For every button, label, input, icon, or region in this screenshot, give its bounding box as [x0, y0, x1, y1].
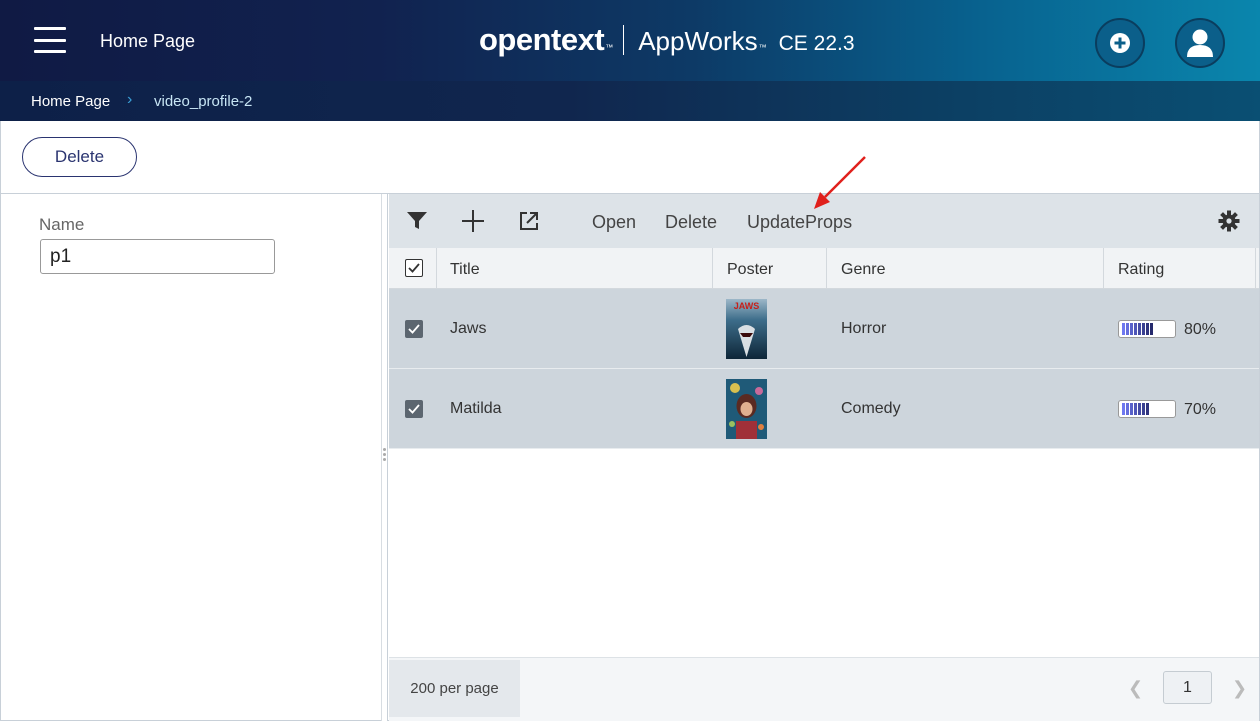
rating-segment [1158, 323, 1161, 335]
cell-genre: Comedy [841, 400, 901, 417]
rating-segment [1150, 403, 1153, 415]
open-external-icon[interactable] [517, 209, 541, 233]
plus-icon[interactable] [461, 209, 485, 233]
column-header-title[interactable]: Title [437, 248, 713, 289]
brand-logo: opentext ™ AppWorks ™ CE 22.3 [479, 22, 855, 57]
user-profile-button[interactable] [1175, 18, 1225, 68]
rating-segment [1142, 403, 1145, 415]
rating-bar [1118, 320, 1176, 338]
page-title: Home Page [100, 31, 196, 51]
breadcrumb-current[interactable]: video_profile-2 [154, 93, 252, 110]
poster-image-matilda [726, 379, 767, 439]
brand-divider [623, 25, 625, 55]
table-row[interactable]: Matilda Comedy 70% [389, 369, 1259, 449]
filter-icon[interactable] [405, 209, 429, 233]
grid-panel: Open Delete UpdateProps Title Poster Gen… [389, 194, 1259, 721]
opentext-logo: opentext [479, 22, 605, 57]
grid-footer: 200 per page ❮ 1 ❯ [389, 657, 1259, 721]
rating-segment [1130, 323, 1133, 335]
chevron-left-icon[interactable]: ❮ [1128, 678, 1143, 699]
cell-genre: Horror [841, 320, 887, 337]
gear-icon[interactable] [1217, 209, 1241, 233]
delete-button[interactable]: Delete [22, 137, 137, 177]
row-checkbox[interactable] [405, 400, 423, 418]
chevron-right-icon: › [127, 91, 133, 108]
rating-segment [1126, 323, 1129, 335]
svg-text:JAWS: JAWS [734, 301, 760, 311]
rating-value: 80% [1184, 321, 1217, 338]
name-label: Name [39, 215, 85, 234]
rating-segment [1122, 323, 1125, 335]
plus-circle-icon [1110, 33, 1130, 53]
drag-handle-icon[interactable] [383, 448, 387, 463]
update-props-button[interactable]: UpdateProps [747, 212, 852, 233]
page-number-input[interactable]: 1 [1163, 671, 1212, 704]
details-panel: Name [1, 194, 381, 721]
rating-segment [1138, 323, 1141, 335]
select-all-cell [389, 248, 437, 289]
app-name: AppWorks [638, 26, 758, 56]
rating-segment [1142, 323, 1145, 335]
rating-segment [1130, 403, 1133, 415]
rating-segment [1154, 323, 1157, 335]
panel-splitter[interactable] [381, 194, 388, 721]
add-button[interactable] [1095, 18, 1145, 68]
grid-header: Title Poster Genre Rating [389, 248, 1259, 289]
action-bar: Delete [0, 121, 1260, 194]
select-all-checkbox[interactable] [405, 259, 423, 277]
column-header-rating[interactable]: Rating [1104, 248, 1256, 289]
chevron-right-icon[interactable]: ❯ [1232, 678, 1247, 699]
breadcrumb: Home Page › video_profile-2 [0, 81, 1260, 121]
column-header-poster[interactable]: Poster [713, 248, 827, 289]
table-row[interactable]: Jaws JAWS Horror 80% [389, 289, 1259, 369]
rating-segment [1138, 403, 1141, 415]
rating-segment [1134, 403, 1137, 415]
rating-segment [1122, 403, 1125, 415]
rating-bar [1118, 400, 1176, 418]
name-input[interactable] [40, 239, 275, 274]
rating-segment [1158, 403, 1161, 415]
grid-toolbar: Open Delete UpdateProps [389, 194, 1259, 248]
app-header: Home Page opentext ™ AppWorks ™ CE 22.3 [0, 0, 1260, 81]
poster-image-jaws: JAWS [726, 299, 767, 359]
cell-title: Jaws [450, 320, 487, 337]
open-button[interactable]: Open [592, 212, 636, 233]
user-icon [1187, 29, 1213, 57]
rating-segment [1126, 403, 1129, 415]
rating-segment [1150, 323, 1153, 335]
hamburger-menu-icon[interactable] [34, 27, 66, 53]
breadcrumb-home-link[interactable]: Home Page [31, 93, 110, 110]
rating-segment [1146, 403, 1149, 415]
app-version: CE 22.3 [778, 32, 855, 55]
rating-segment [1146, 323, 1149, 335]
row-checkbox[interactable] [405, 320, 423, 338]
per-page-selector[interactable]: 200 per page [389, 660, 520, 717]
rating-segment [1154, 403, 1157, 415]
rating-value: 70% [1184, 401, 1217, 418]
delete-row-button[interactable]: Delete [665, 212, 717, 233]
cell-title: Matilda [450, 400, 502, 417]
content-area: Name Open Delete UpdateProps [0, 193, 1260, 721]
rating-segment [1134, 323, 1137, 335]
column-header-genre[interactable]: Genre [827, 248, 1104, 289]
